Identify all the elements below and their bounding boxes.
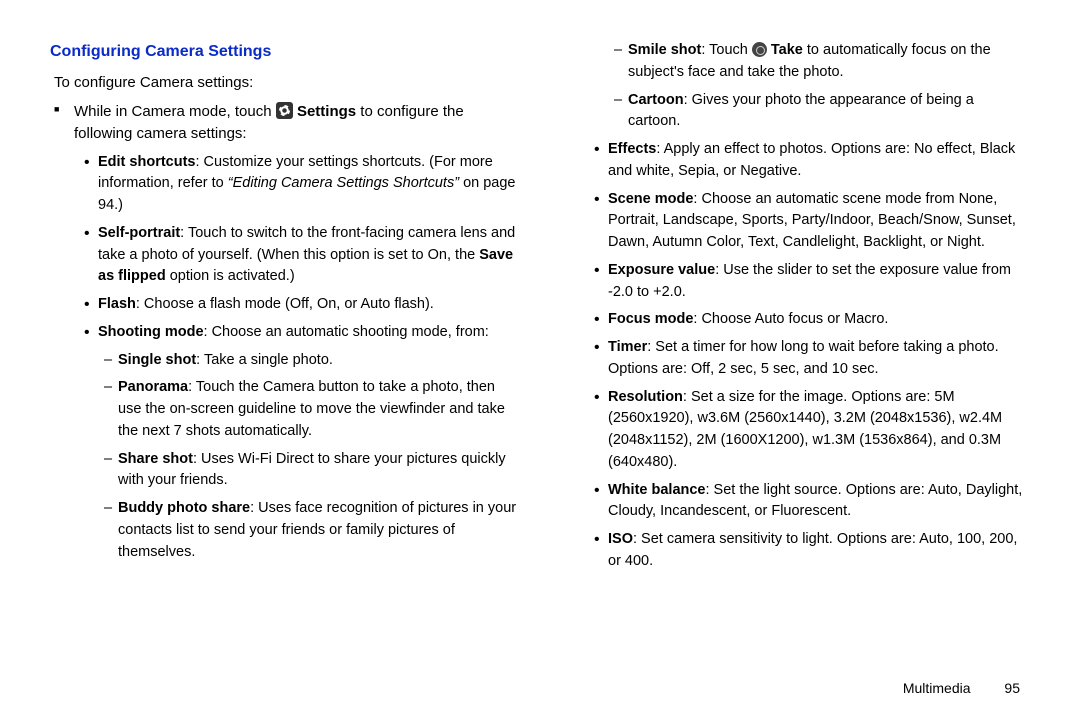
page-number: 95 [1004, 680, 1020, 696]
page-columns: Configuring Camera Settings To configure… [0, 0, 1080, 680]
item-focus-mode: Focus mode: Choose Auto focus or Macro. [608, 309, 1030, 331]
item-edit-shortcuts: Edit shortcuts: Customize your settings … [98, 152, 520, 217]
settings-icon [276, 102, 293, 119]
footer-section: Multimedia [903, 680, 971, 696]
item-smile-shot: Smile shot: Touch Take to automatically … [628, 40, 1030, 84]
take-icon [752, 42, 767, 57]
left-column: Configuring Camera Settings To configure… [50, 40, 520, 660]
item-buddy-share: Buddy photo share: Uses face recognition… [118, 498, 520, 563]
main-item: While in Camera mode, touch Settings to … [74, 101, 520, 146]
intro-text: To configure Camera settings: [54, 72, 520, 95]
item-shooting-mode: Shooting mode: Choose an automatic shoot… [98, 322, 520, 344]
page-footer: Multimedia 95 [903, 680, 1020, 696]
item-flash: Flash: Choose a flash mode (Off, On, or … [98, 294, 520, 316]
item-scene-mode: Scene mode: Choose an automatic scene mo… [608, 189, 1030, 254]
item-exposure: Exposure value: Use the slider to set th… [608, 260, 1030, 304]
item-self-portrait: Self-portrait: Touch to switch to the fr… [98, 223, 520, 288]
main-pre: While in Camera mode, touch [74, 103, 276, 120]
right-column: Smile shot: Touch Take to automatically … [560, 40, 1030, 660]
item-share-shot: Share shot: Uses Wi-Fi Direct to share y… [118, 449, 520, 493]
item-white-balance: White balance: Set the light source. Opt… [608, 480, 1030, 524]
item-effects: Effects: Apply an effect to photos. Opti… [608, 139, 1030, 183]
item-resolution: Resolution: Set a size for the image. Op… [608, 387, 1030, 474]
item-timer: Timer: Set a timer for how long to wait … [608, 337, 1030, 381]
main-bold: Settings [297, 103, 356, 120]
item-single-shot: Single shot: Take a single photo. [118, 350, 520, 372]
item-iso: ISO: Set camera sensitivity to light. Op… [608, 529, 1030, 573]
section-heading: Configuring Camera Settings [50, 40, 520, 64]
item-cartoon: Cartoon: Gives your photo the appearance… [628, 90, 1030, 134]
item-panorama: Panorama: Touch the Camera button to tak… [118, 377, 520, 442]
